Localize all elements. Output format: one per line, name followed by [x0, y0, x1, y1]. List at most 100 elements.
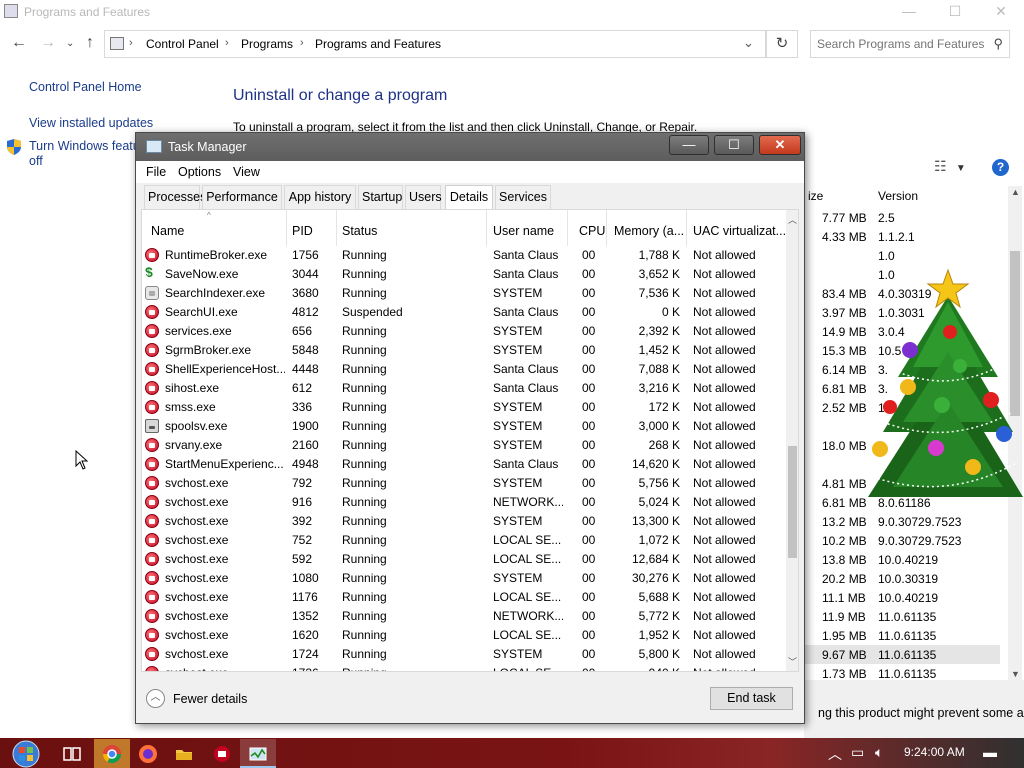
process-row[interactable]: svchost.exe 1352 Running NETWORK... 00 5,772 …: [142, 606, 786, 625]
column-memory[interactable]: Memory (a...: [614, 224, 684, 238]
control-panel-home-link[interactable]: Control Panel Home: [29, 80, 142, 94]
windows-features-link[interactable]: Turn Windows featu: [29, 139, 140, 153]
app-icon[interactable]: [204, 739, 240, 768]
chrome-icon[interactable]: [94, 739, 130, 768]
process-memory: 1,072 K: [638, 533, 680, 547]
breadcrumb-programs[interactable]: Programs: [241, 37, 293, 51]
recent-locations-chevron-icon[interactable]: ⌄: [66, 38, 74, 49]
program-list-row[interactable]: 13.2 MB 9.0.30729.7523: [804, 512, 1000, 531]
menu-view[interactable]: View: [233, 165, 260, 179]
process-row[interactable]: SgrmBroker.exe 5848 Running SYSTEM 00 1,452 K…: [142, 340, 786, 359]
view-options[interactable]: ☷ ▼: [934, 158, 966, 175]
forward-arrow-icon[interactable]: →: [40, 34, 56, 52]
help-icon[interactable]: ?: [992, 159, 1009, 176]
windows-features-link-continued[interactable]: off: [29, 154, 43, 168]
process-row[interactable]: ShellExperienceHost.... 4448 Running Santa …: [142, 359, 786, 378]
process-row[interactable]: SearchIndexer.exe 3680 Running SYSTEM 00 7,53…: [142, 283, 786, 302]
process-row[interactable]: $ SaveNow.exe 3044 Running Santa Claus 00 3,65…: [142, 264, 786, 283]
address-bar[interactable]: › Control Panel › Programs › Programs an…: [104, 30, 766, 58]
program-list-row[interactable]: 20.2 MB 10.0.30319: [804, 569, 1000, 588]
program-list-row[interactable]: 11.9 MB 11.0.61135: [804, 607, 1000, 626]
cp-minimize-button[interactable]: —: [886, 0, 932, 24]
view-options-icon[interactable]: ☷: [934, 158, 947, 174]
task-manager-titlebar[interactable]: Task Manager — ☐ ✕: [136, 133, 804, 161]
program-list-row[interactable]: 10.2 MB 9.0.30729.7523: [804, 531, 1000, 550]
file-explorer-icon[interactable]: [166, 739, 202, 768]
process-list-scrollbar[interactable]: ︿ ﹀: [786, 210, 798, 671]
firefox-icon[interactable]: [130, 739, 166, 768]
tab-startup[interactable]: Startup: [358, 185, 403, 209]
column-header-version[interactable]: Version: [878, 189, 918, 203]
fewer-details-button[interactable]: ︿ Fewer details: [146, 689, 256, 709]
process-row[interactable]: smss.exe 336 Running SYSTEM 00 172 K Not allow…: [142, 397, 786, 416]
tab-performance[interactable]: Performance: [202, 185, 282, 209]
process-row[interactable]: svchost.exe 1736 Running LOCAL SE... 00 940 K…: [142, 663, 786, 671]
process-row[interactable]: srvany.exe 2160 Running SYSTEM 00 268 K Not al…: [142, 435, 786, 454]
cp-close-button[interactable]: ✕: [978, 0, 1024, 24]
program-list-row[interactable]: 13.8 MB 10.0.40219: [804, 550, 1000, 569]
process-row[interactable]: StartMenuExperienc... 4948 Running Santa Cl…: [142, 454, 786, 473]
process-row[interactable]: svchost.exe 1724 Running SYSTEM 00 5,800 K Not…: [142, 644, 786, 663]
menu-file[interactable]: File: [146, 165, 166, 179]
column-header-size[interactable]: ize: [808, 189, 823, 203]
task-manager-taskbar-icon[interactable]: [240, 739, 276, 768]
process-row[interactable]: svchost.exe 752 Running LOCAL SE... 00 1,072 …: [142, 530, 786, 549]
scrollbar-thumb[interactable]: [788, 446, 797, 558]
address-dropdown-chevron-icon[interactable]: ⌄: [743, 35, 754, 51]
process-row[interactable]: svchost.exe 592 Running LOCAL SE... 00 12,684…: [142, 549, 786, 568]
cp-maximize-button[interactable]: ☐: [932, 0, 978, 24]
task-view-icon[interactable]: [54, 739, 90, 768]
back-arrow-icon[interactable]: ←: [11, 34, 27, 52]
up-arrow-icon[interactable]: ↑: [86, 34, 94, 52]
scroll-up-arrow-icon[interactable]: ▲: [1011, 187, 1020, 197]
volume-icon[interactable]: 🔈︎: [875, 744, 883, 761]
process-row[interactable]: svchost.exe 916 Running NETWORK... 00 5,024 K…: [142, 492, 786, 511]
process-row[interactable]: services.exe 656 Running SYSTEM 00 2,392 K Not…: [142, 321, 786, 340]
tm-maximize-button[interactable]: ☐: [714, 135, 754, 155]
program-list-row[interactable]: 4.33 MB 1.1.2.1: [804, 227, 1000, 246]
tab-services[interactable]: Services: [495, 185, 551, 209]
search-input[interactable]: [817, 36, 987, 52]
breadcrumb-programs-and-features[interactable]: Programs and Features: [315, 37, 441, 51]
program-list-row[interactable]: 9.67 MB 11.0.61135: [804, 645, 1000, 664]
column-uac-virtualization[interactable]: UAC virtualizat...: [693, 224, 786, 238]
column-cpu[interactable]: CPU: [579, 224, 605, 238]
process-row[interactable]: svchost.exe 792 Running SYSTEM 00 5,756 K Not …: [142, 473, 786, 492]
tab-processes[interactable]: Processes: [144, 185, 206, 209]
column-user-name[interactable]: User name: [493, 224, 554, 238]
column-status[interactable]: Status: [342, 224, 377, 238]
process-row[interactable]: svchost.exe 1176 Running LOCAL SE... 00 5,688…: [142, 587, 786, 606]
column-pid[interactable]: PID: [292, 224, 313, 238]
process-row[interactable]: spoolsv.exe 1900 Running SYSTEM 00 3,000 K Not…: [142, 416, 786, 435]
process-row[interactable]: sihost.exe 612 Running Santa Claus 00 3,216 K…: [142, 378, 786, 397]
process-row[interactable]: svchost.exe 392 Running SYSTEM 00 13,300 K Not…: [142, 511, 786, 530]
network-icon[interactable]: ▭: [851, 744, 864, 761]
tab-details[interactable]: Details: [445, 185, 493, 210]
process-row[interactable]: svchost.exe 1620 Running LOCAL SE... 00 1,952…: [142, 625, 786, 644]
action-center-icon[interactable]: ▬: [983, 744, 997, 760]
program-list-row[interactable]: 1.95 MB 11.0.61135: [804, 626, 1000, 645]
refresh-button[interactable]: ↻: [766, 30, 798, 58]
column-name[interactable]: Name: [151, 224, 184, 238]
menu-options[interactable]: Options: [178, 165, 221, 179]
process-row[interactable]: SearchUI.exe 4812 Suspended Santa Claus 00 0 …: [142, 302, 786, 321]
process-row[interactable]: svchost.exe 1080 Running SYSTEM 00 30,276 K No…: [142, 568, 786, 587]
scroll-down-arrow-icon[interactable]: ▼: [1011, 669, 1020, 679]
program-list-row[interactable]: 7.77 MB 2.5: [804, 208, 1000, 227]
tab-users[interactable]: Users: [405, 185, 442, 209]
tab-app-history[interactable]: App history: [284, 185, 356, 209]
tm-minimize-button[interactable]: —: [669, 135, 709, 155]
start-button-icon[interactable]: [10, 739, 42, 768]
process-row[interactable]: RuntimeBroker.exe 1756 Running Santa Claus 0…: [142, 245, 786, 264]
show-hidden-icons-chevron-icon[interactable]: ︿: [828, 744, 842, 764]
tm-close-button[interactable]: ✕: [759, 135, 801, 155]
view-installed-updates-link[interactable]: View installed updates: [29, 116, 153, 130]
end-task-button[interactable]: End task: [710, 687, 793, 710]
view-dropdown-chevron-icon[interactable]: ▼: [956, 163, 966, 174]
breadcrumb-control-panel[interactable]: Control Panel: [146, 37, 219, 51]
scroll-down-arrow-icon[interactable]: ﹀: [788, 655, 797, 668]
search-box[interactable]: ⚲: [810, 30, 1010, 58]
clock[interactable]: 9:24:00 AM: [904, 745, 965, 759]
scroll-up-arrow-icon[interactable]: ︿: [788, 213, 797, 226]
program-list-row[interactable]: 11.1 MB 10.0.40219: [804, 588, 1000, 607]
